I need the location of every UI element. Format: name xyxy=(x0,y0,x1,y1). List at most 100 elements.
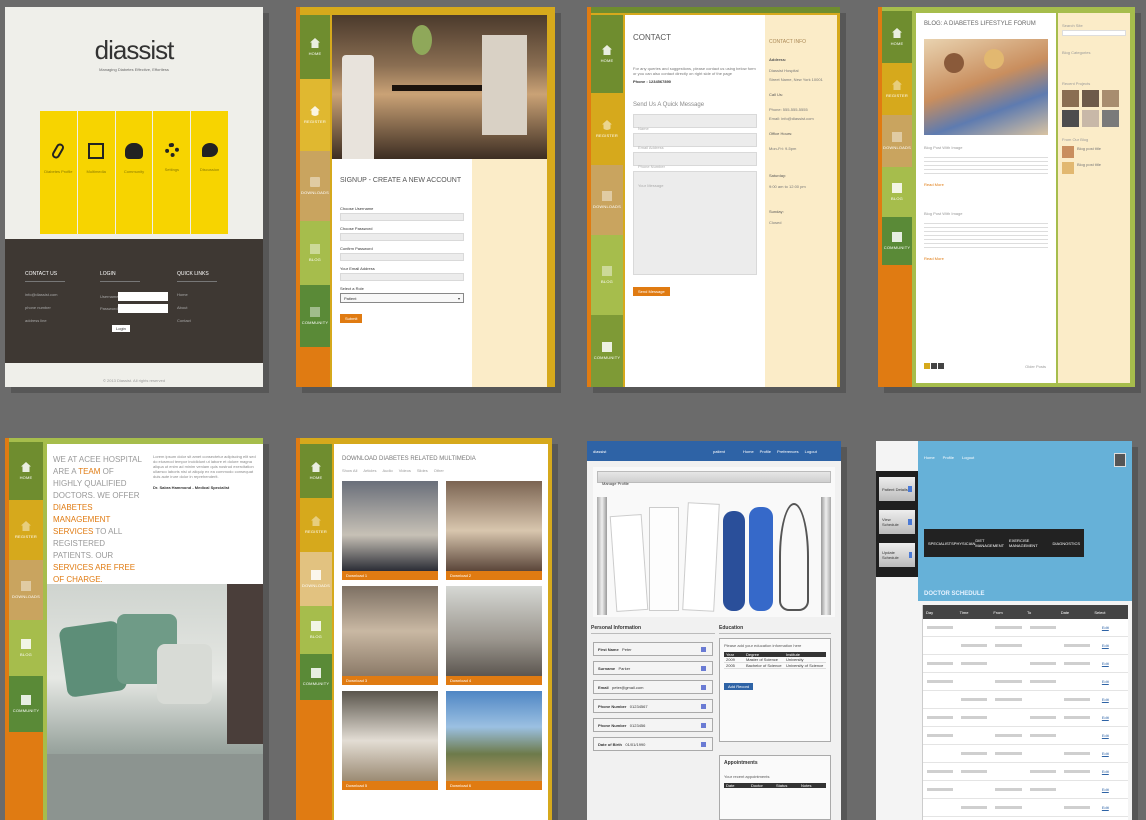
username-input[interactable] xyxy=(118,292,168,301)
tab-diet[interactable]: DIET MANAGEMENT xyxy=(975,538,1009,548)
nav-community[interactable]: COMMUNITY xyxy=(591,315,623,387)
nav-register[interactable]: REGISTER xyxy=(9,500,43,560)
nav-downloads[interactable]: DOWNLOADS xyxy=(300,151,330,221)
nav-home[interactable]: HOME xyxy=(9,442,43,500)
download-card[interactable]: Download 1 xyxy=(342,481,438,580)
password-input[interactable] xyxy=(118,304,168,313)
filter-item[interactable]: Videos xyxy=(399,468,411,473)
top-nav-item[interactable]: Logout xyxy=(962,455,974,460)
quick-link[interactable]: Home xyxy=(177,292,217,297)
edit-icon[interactable] xyxy=(701,703,706,709)
edit-icon[interactable] xyxy=(701,741,706,747)
name-input[interactable]: Name xyxy=(633,114,757,131)
filter-item[interactable]: Show All xyxy=(342,468,357,473)
side-button[interactable]: Update Schedule xyxy=(879,543,915,567)
add-record-button[interactable]: Add Record xyxy=(724,683,754,690)
edit-link[interactable]: Edit xyxy=(1094,661,1128,666)
filter-item[interactable]: Audio xyxy=(382,468,392,473)
nav-downloads[interactable]: DOWNLOADS xyxy=(300,552,332,606)
top-nav-item[interactable]: Preferences xyxy=(777,449,799,454)
submit-button[interactable]: Submit xyxy=(340,314,363,323)
edit-link[interactable]: Edit xyxy=(1094,643,1128,648)
edit-link[interactable]: Edit xyxy=(1094,769,1128,774)
profile-field[interactable]: Surname Parker xyxy=(593,661,713,675)
tile-3[interactable]: Community xyxy=(115,111,153,234)
tab-diagnostics[interactable]: DIAGNOSTICS xyxy=(1052,541,1080,546)
phone-input[interactable]: Phone Number xyxy=(633,152,757,169)
edit-link[interactable]: Edit xyxy=(1094,805,1128,810)
pagination[interactable] xyxy=(924,363,944,369)
edit-link[interactable]: Edit xyxy=(1094,787,1128,792)
side-button[interactable]: Patient Details xyxy=(879,477,915,501)
top-nav-item[interactable]: Logout xyxy=(805,449,817,454)
profile-field[interactable]: Email peter@gmail.com xyxy=(593,680,713,694)
top-nav-item[interactable]: Profile xyxy=(760,449,771,454)
edit-link[interactable]: Edit xyxy=(1094,679,1128,684)
password-input[interactable] xyxy=(340,233,464,241)
role-select[interactable]: Patient ▾ xyxy=(340,293,464,303)
tab-exercise[interactable]: EXERCISE MANAGEMENT xyxy=(1009,538,1052,548)
read-more-link[interactable]: Read More xyxy=(924,182,1048,187)
download-card[interactable]: Download 4 xyxy=(446,586,542,685)
older-posts-link[interactable]: Older Posts xyxy=(1025,364,1046,369)
filter-item[interactable]: Slides xyxy=(417,468,428,473)
nav-home[interactable]: HOME xyxy=(591,15,623,93)
tile-4[interactable]: Settings xyxy=(153,111,191,234)
top-nav-item[interactable]: Home xyxy=(924,455,935,460)
nav-home[interactable]: HOME xyxy=(300,444,332,498)
edit-link[interactable]: Edit xyxy=(1094,751,1128,756)
nav-register[interactable]: REGISTER xyxy=(591,93,623,165)
nav-community[interactable]: COMMUNITY xyxy=(300,654,332,700)
confirm-password-input[interactable] xyxy=(340,253,464,261)
nav-blog[interactable]: BLOG xyxy=(882,167,912,217)
message-textarea[interactable]: Your Message xyxy=(633,171,757,275)
nav-register[interactable]: REGISTER xyxy=(882,63,912,115)
tab-specialists[interactable]: SPECIALISTS xyxy=(928,541,954,546)
email-input[interactable]: Email Address xyxy=(633,133,757,150)
download-card[interactable]: Download 2 xyxy=(446,481,542,580)
profile-field[interactable]: Date of Birth 01/01/1990 xyxy=(593,737,713,751)
download-card[interactable]: Download 6 xyxy=(446,691,542,790)
side-button[interactable]: View Schedule xyxy=(879,510,915,534)
nav-register[interactable]: REGISTER xyxy=(300,498,332,552)
edit-icon[interactable] xyxy=(701,665,706,671)
download-card[interactable]: Download 5 xyxy=(342,691,438,790)
top-nav-item[interactable]: Profile xyxy=(943,455,954,460)
username-input[interactable] xyxy=(340,213,464,221)
tile-5[interactable]: Discussion xyxy=(191,111,228,234)
logout-icon[interactable] xyxy=(1114,453,1126,467)
nav-home[interactable]: HOME xyxy=(300,15,330,79)
edit-icon[interactable] xyxy=(701,646,706,652)
nav-downloads[interactable]: DOWNLOADS xyxy=(9,560,43,620)
nav-blog[interactable]: BLOG xyxy=(300,606,332,654)
quick-link[interactable]: Contact xyxy=(177,318,217,323)
nav-blog[interactable]: BLOG xyxy=(9,620,43,676)
nav-community[interactable]: COMMUNITY xyxy=(9,676,43,732)
tile-1[interactable]: Diabetes Profile xyxy=(40,111,77,234)
tile-2[interactable]: Multimedia xyxy=(77,111,115,234)
download-card[interactable]: Download 3 xyxy=(342,586,438,685)
profile-field[interactable]: First Name Peter xyxy=(593,642,713,656)
filter-item[interactable]: Other xyxy=(434,468,444,473)
email-input[interactable] xyxy=(340,273,464,281)
login-button[interactable]: Login xyxy=(112,325,130,332)
nav-blog[interactable]: BLOG xyxy=(591,235,623,315)
edit-link[interactable]: Edit xyxy=(1094,697,1128,702)
quick-link[interactable]: About xyxy=(177,305,217,310)
send-message-button[interactable]: Send Message xyxy=(633,287,670,296)
edit-icon[interactable] xyxy=(701,684,706,690)
nav-downloads[interactable]: DOWNLOADS xyxy=(591,165,623,235)
nav-community[interactable]: COMMUNITY xyxy=(300,285,330,347)
tab-physician[interactable]: PHYSICIAN xyxy=(954,541,976,546)
filter-item[interactable]: Articles xyxy=(363,468,376,473)
edit-icon[interactable] xyxy=(701,722,706,728)
top-nav-item[interactable]: Home xyxy=(743,449,754,454)
nav-home[interactable]: HOME xyxy=(882,11,912,63)
edit-link[interactable]: Edit xyxy=(1094,733,1128,738)
edit-link[interactable]: Edit xyxy=(1094,715,1128,720)
edit-link[interactable]: Edit xyxy=(1094,625,1128,630)
profile-field[interactable]: Phone Number 01234567 xyxy=(593,699,713,713)
nav-downloads[interactable]: DOWNLOADS xyxy=(882,115,912,167)
nav-blog[interactable]: BLOG xyxy=(300,221,330,285)
read-more-link[interactable]: Read More xyxy=(924,256,1048,261)
